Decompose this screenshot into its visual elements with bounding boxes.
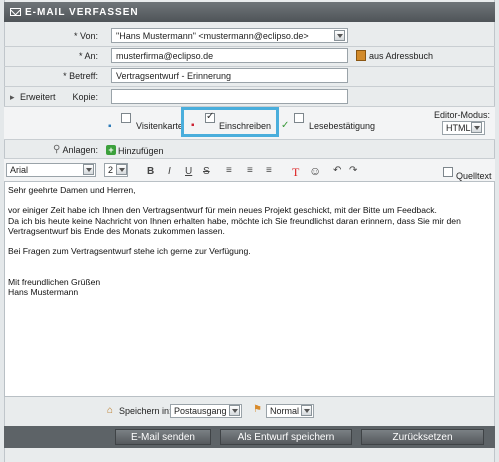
home-icon: ⌂ [107, 405, 114, 416]
redo-icon[interactable]: ↷ [349, 165, 357, 176]
expand-arrow-icon[interactable]: ▸ [10, 92, 15, 103]
chevron-down-icon[interactable] [116, 164, 127, 175]
addressbook-link[interactable]: aus Adressbuch [369, 51, 433, 61]
source-checkbox[interactable] [443, 167, 453, 177]
align-right-icon[interactable]: ≡ [266, 165, 272, 176]
text-color-button[interactable]: T [292, 165, 299, 180]
addressbook-icon[interactable] [356, 50, 366, 61]
body-line: Mit freundlichen Grüßen [8, 276, 101, 287]
plus-icon[interactable]: + [106, 145, 116, 155]
body-line [8, 236, 491, 246]
subject-label: * Betreff: [63, 71, 98, 81]
chevron-down-icon[interactable] [471, 122, 482, 133]
smiley-icon[interactable]: ☺ [309, 164, 321, 178]
registered-highlight [181, 107, 279, 137]
align-left-icon[interactable]: ≡ [226, 165, 232, 176]
envelope-icon [10, 8, 21, 16]
source-label: Quelltext [456, 171, 492, 181]
window-title: E-MAIL VERFASSEN [25, 6, 139, 18]
body-line: Hans Mustermann [8, 286, 79, 297]
business-card-checkbox[interactable] [121, 113, 131, 123]
underline-button[interactable]: U [185, 166, 192, 177]
read-receipt-checkbox[interactable] [294, 113, 304, 123]
chevron-down-icon[interactable] [83, 164, 94, 175]
chevron-down-icon[interactable] [334, 30, 345, 41]
priority-icon: ⚑ [253, 404, 262, 415]
window-titlebar: E-MAIL VERFASSEN [4, 2, 495, 22]
subject-input[interactable]: Vertragsentwurf - Erinnerung [111, 68, 348, 83]
receipt-icon: ✓ [281, 120, 290, 131]
add-attachment-button[interactable]: Hinzufügen [118, 146, 164, 156]
save-draft-button[interactable]: Als Entwurf speichern [220, 429, 352, 445]
to-label: * An: [78, 51, 98, 61]
body-line [8, 256, 491, 266]
strike-button[interactable]: S [203, 166, 210, 177]
to-input[interactable]: musterfirma@eclipso.de [111, 48, 348, 63]
message-editor[interactable]: Sehr geehrte Damen und Herren, vor einige… [4, 181, 495, 397]
read-receipt-label: Lesebestätigung [309, 121, 376, 131]
cc-label: Kopie: [72, 92, 98, 102]
expand-button[interactable]: Erweitert [20, 92, 56, 102]
bold-button[interactable]: B [147, 166, 154, 177]
from-label: * Von: [73, 31, 98, 41]
save-in-label: Speichern in: [119, 406, 172, 416]
body-line: Sehr geehrte Damen und Herren, [8, 185, 136, 195]
body-line [8, 267, 491, 277]
card-icon: ▪ [108, 121, 112, 132]
editor-mode-label: Editor-Modus: [434, 110, 491, 120]
compose-window: E-MAIL VERFASSEN * Von: "Hans Mustermann… [0, 0, 499, 462]
body-line: Da ich bis heute keine Nachricht von Ihn… [8, 215, 461, 226]
body-line: Bei Fragen zum Vertragsentwurf stehe ich… [8, 246, 251, 257]
cc-input[interactable] [111, 89, 348, 104]
align-center-icon[interactable]: ≡ [247, 165, 253, 176]
italic-button[interactable]: I [168, 166, 171, 177]
undo-icon[interactable]: ↶ [333, 165, 341, 176]
chevron-down-icon[interactable] [301, 405, 312, 416]
body-line [8, 195, 491, 205]
reset-button[interactable]: Zurücksetzen [361, 429, 484, 445]
chevron-down-icon[interactable] [229, 405, 240, 416]
body-line: Vertragsentwurf bis Ende des Monats zuko… [8, 225, 225, 236]
business-card-label: Visitenkarte [136, 121, 183, 131]
body-line: vor einiger Zeit habe ich Ihnen den Vert… [8, 205, 437, 216]
send-button[interactable]: E-Mail senden [115, 429, 211, 445]
attachments-label: Anlagen: [62, 145, 98, 155]
from-select[interactable]: "Hans Mustermann" <mustermann@eclipso.de… [111, 28, 348, 43]
